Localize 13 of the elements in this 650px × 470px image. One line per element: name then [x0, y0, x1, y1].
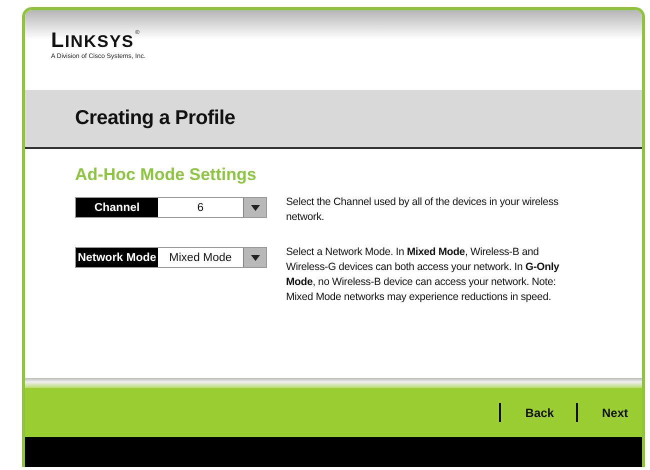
- selected-value: Mixed Mode: [168, 252, 233, 264]
- nav-button[interactable]: Next: [602, 404, 628, 422]
- page-title: Creating a Profile: [75, 107, 236, 130]
- nav-button[interactable]: Back: [525, 404, 554, 422]
- setting-label: Channel: [76, 198, 158, 217]
- section-heading: Ad-Hoc Mode Settings: [75, 165, 258, 185]
- brand-logo: LINKSYS: [51, 30, 134, 51]
- selected-value: 6: [196, 202, 205, 214]
- setting-dropdown[interactable]: Network Mode Mixed Mode: [75, 247, 267, 268]
- setting-dropdown[interactable]: Channel 6: [75, 197, 267, 218]
- setting-description: Select a Network Mode. In Mixed Mode, Wireless-B and Wireless-G devices can both access your network. In G-Only Mode, no Wireless-B device can access your network. Note: Mixed Mode networks may experience reductions in speed.: [286, 245, 560, 305]
- setting-description: Select the Channel used by all of the devices in your wireless network.: [286, 195, 560, 225]
- setting-label: Network Mode: [76, 248, 158, 267]
